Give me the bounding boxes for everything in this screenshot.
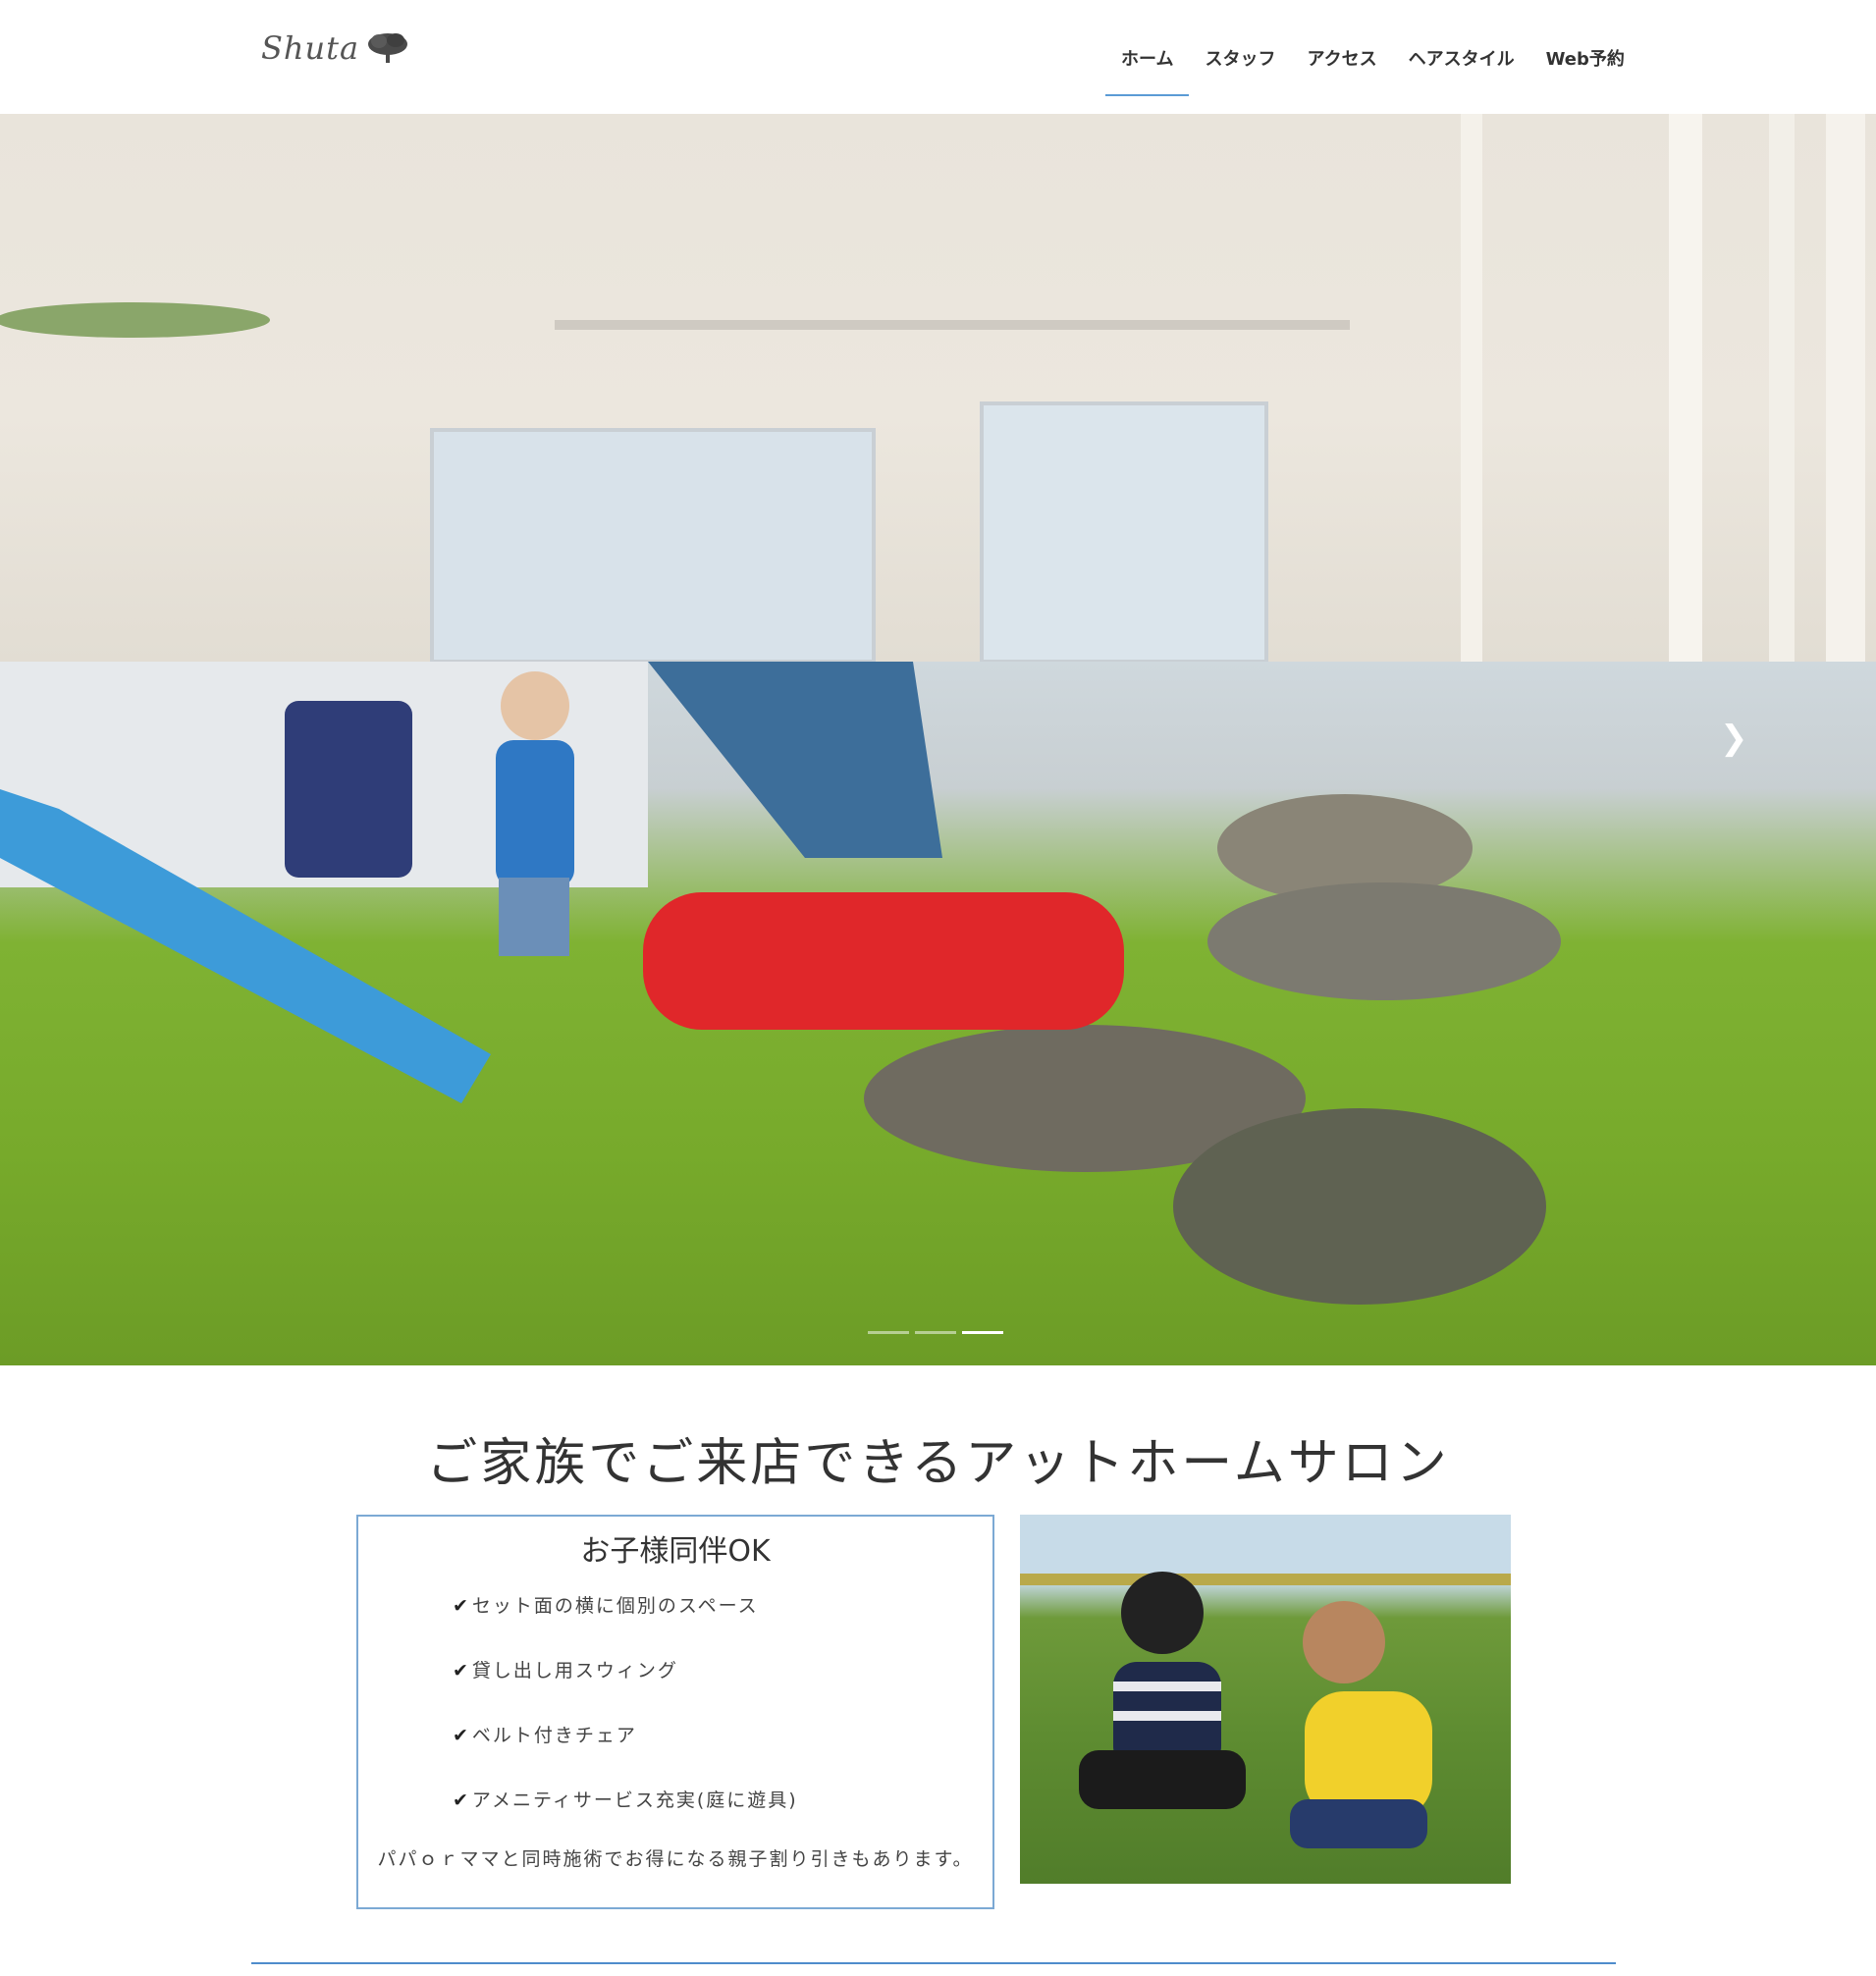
carousel-indicators: [868, 1331, 1003, 1334]
section-divider: [251, 1962, 1616, 1964]
nav-web-reservation[interactable]: Web予約: [1530, 39, 1640, 96]
feature-list: ✔ セット面の横に個別のスペース ✔ 貸し出し用スウィング ✔ ベルト付きチェア ✔ ア…: [453, 1591, 992, 1850]
list-item: ✔ ベルト付きチェア: [453, 1725, 637, 1746]
children-photo: [1020, 1515, 1511, 1884]
hero-carousel: ❯: [0, 114, 1876, 1365]
salon-interior-image: [0, 114, 1876, 662]
check-icon: ✔: [453, 1725, 470, 1746]
nav-access[interactable]: アクセス: [1291, 39, 1392, 96]
list-item: ✔ セット面の横に個別のスペース: [453, 1595, 759, 1617]
kids-ok-box: お子様同伴OK ✔ セット面の横に個別のスペース ✔ 貸し出し用スウィング ✔ ベルト…: [356, 1515, 994, 1909]
carousel-indicator-1[interactable]: [868, 1331, 909, 1334]
nav-hairstyle[interactable]: ヘアスタイル: [1393, 39, 1530, 96]
tree-icon: [368, 33, 408, 63]
logo-text: Shuta: [261, 29, 360, 67]
main-nav: ホーム スタッフ アクセス ヘアスタイル Web予約: [1105, 39, 1640, 96]
section-title: ご家族でご来店できるアットホームサロン: [426, 1434, 1450, 1493]
nav-staff[interactable]: スタッフ: [1189, 39, 1291, 96]
box-title: お子様同伴OK: [580, 1534, 771, 1569]
carousel-indicator-3[interactable]: [962, 1331, 1003, 1334]
carousel-indicator-2[interactable]: [915, 1331, 956, 1334]
discount-note: パパｏｒママと同時施術でお得になる親子割り引きもあります。: [377, 1848, 974, 1870]
list-item: ✔ アメニティサービス充実(庭に遊具): [453, 1789, 798, 1811]
garden-playground-image: [0, 662, 1876, 1365]
check-icon: ✔: [453, 1789, 470, 1811]
check-icon: ✔: [453, 1660, 470, 1682]
carousel-next-icon[interactable]: ❯: [1720, 719, 1748, 758]
site-header: Shuta ホーム スタッフ アクセス ヘアスタイル Web予約: [0, 0, 1876, 114]
site-logo[interactable]: Shuta: [261, 29, 410, 67]
list-item: ✔ 貸し出し用スウィング: [453, 1660, 678, 1682]
nav-home[interactable]: ホーム: [1105, 39, 1190, 96]
check-icon: ✔: [453, 1595, 470, 1617]
